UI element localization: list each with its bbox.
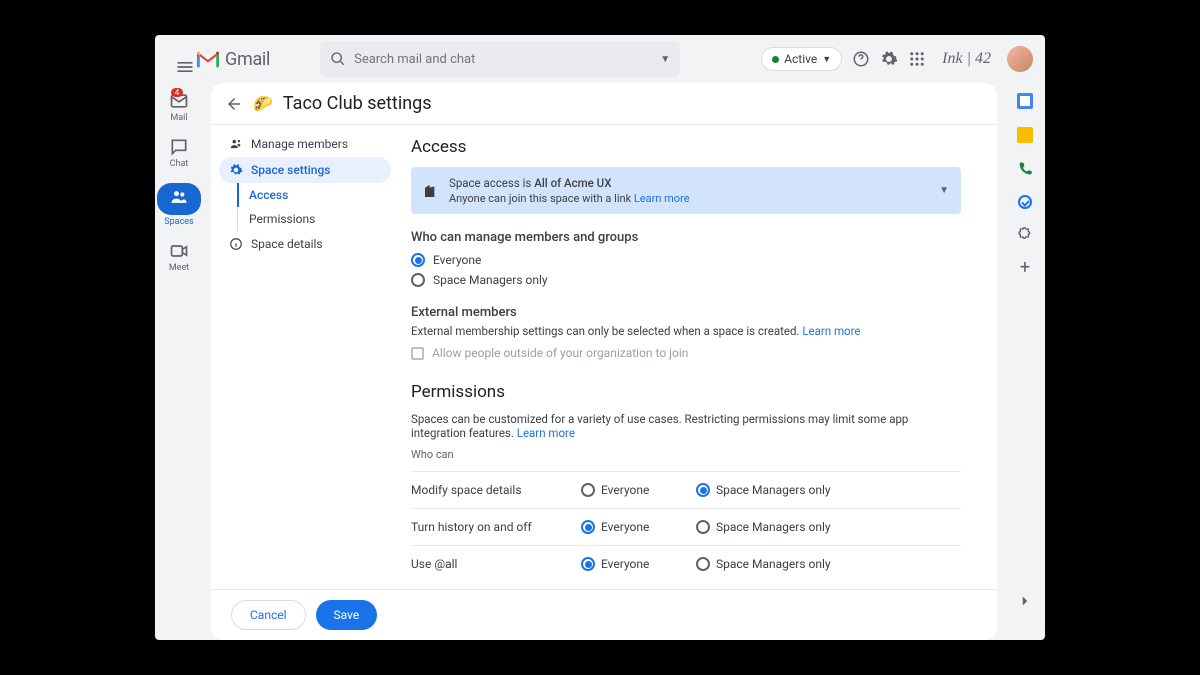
help-icon[interactable]: [852, 50, 870, 68]
perm-opt-everyone[interactable]: Everyone: [581, 520, 696, 534]
search-options-icon[interactable]: ▼: [660, 54, 670, 65]
spaces-icon: [169, 187, 189, 207]
radio-managers-only[interactable]: Space Managers only: [411, 273, 961, 287]
perm-row-modify-details: Modify space details Everyone Space Mana…: [411, 471, 961, 508]
perm-row-use-all: Use @all Everyone Space Managers only: [411, 545, 961, 582]
sidebar-item-space-settings[interactable]: Space settings: [219, 157, 391, 183]
status-dot-icon: [772, 56, 779, 63]
learn-more-link[interactable]: Learn more: [517, 426, 575, 440]
radio-icon: [581, 483, 595, 497]
main-card: 🌮 Taco Club settings Manage members Spac…: [211, 83, 997, 640]
perm-opt-everyone[interactable]: Everyone: [581, 483, 696, 497]
status-label: Active: [784, 52, 817, 66]
sidebar-sub-permissions[interactable]: Permissions: [237, 207, 391, 231]
access-banner[interactable]: Space access is All of Acme UX Anyone ca…: [411, 167, 961, 214]
gear-icon: [229, 163, 243, 177]
sidebar-item-label: Space details: [251, 237, 323, 251]
status-chip[interactable]: Active ▼: [761, 47, 842, 71]
external-heading: External members: [411, 305, 961, 320]
avatar[interactable]: [1007, 46, 1033, 72]
mail-badge: 4: [171, 88, 183, 97]
gear-icon[interactable]: [880, 50, 898, 68]
rail-item-meet[interactable]: Meet: [169, 241, 189, 273]
right-addon-rail: +: [1005, 83, 1045, 640]
building-icon: [423, 183, 439, 199]
learn-more-link[interactable]: Learn more: [802, 324, 860, 338]
sidebar-item-manage-members[interactable]: Manage members: [219, 131, 391, 157]
topbar: Gmail ▼ Active ▼ Ink | 42: [155, 35, 1045, 83]
learn-more-link[interactable]: Learn more: [634, 192, 690, 205]
radio-icon: [696, 520, 710, 534]
sidebar-item-label: Manage members: [251, 137, 348, 151]
phone-addon-icon[interactable]: [1017, 161, 1033, 177]
checkbox-icon: [411, 347, 424, 360]
tasks-addon-icon[interactable]: [1018, 195, 1032, 209]
info-icon: [229, 237, 243, 251]
sidebar-item-label: Space settings: [251, 163, 330, 177]
content-area: Access Space access is All of Acme UX An…: [391, 125, 997, 589]
rail-item-spaces[interactable]: Spaces: [157, 183, 201, 227]
who-can-label: Who can: [411, 448, 961, 461]
rail-item-mail[interactable]: 4 Mail: [169, 91, 189, 123]
search-input[interactable]: [354, 52, 660, 67]
access-heading: Access: [411, 137, 961, 157]
sidebar-sub-access[interactable]: Access: [237, 183, 391, 207]
perm-opt-managers[interactable]: Space Managers only: [696, 520, 831, 534]
permissions-heading: Permissions: [411, 382, 961, 402]
space-emoji-icon: 🌮: [253, 94, 273, 113]
search-icon: [330, 51, 346, 67]
gmail-text: Gmail: [225, 49, 270, 70]
who-manage-heading: Who can manage members and groups: [411, 230, 961, 245]
radio-icon: [411, 253, 425, 267]
chevron-down-icon[interactable]: ▼: [939, 185, 949, 196]
members-icon: [229, 137, 243, 151]
calendar-addon-icon[interactable]: [1017, 93, 1033, 109]
radio-icon: [581, 520, 595, 534]
external-checkbox-row: Allow people outside of your organizatio…: [411, 346, 961, 360]
extension-addon-icon[interactable]: [1017, 227, 1033, 243]
radio-icon: [581, 557, 595, 571]
rail-item-chat[interactable]: Chat: [169, 137, 189, 169]
radio-icon: [696, 557, 710, 571]
footer-actions: Cancel Save: [211, 589, 997, 640]
radio-everyone[interactable]: Everyone: [411, 253, 961, 267]
perm-opt-managers[interactable]: Space Managers only: [696, 557, 831, 571]
keep-addon-icon[interactable]: [1017, 127, 1033, 143]
radio-icon: [696, 483, 710, 497]
sidebar-item-space-details[interactable]: Space details: [219, 231, 391, 257]
page-title: Taco Club settings: [283, 93, 432, 114]
workspace-brand: Ink | 42: [936, 50, 997, 68]
gmail-logo[interactable]: Gmail: [197, 49, 270, 70]
perm-row-history: Turn history on and off Everyone Space M…: [411, 508, 961, 545]
chat-icon: [169, 137, 189, 157]
cancel-button[interactable]: Cancel: [231, 600, 306, 630]
settings-sidebar: Manage members Space settings Access Per…: [211, 125, 391, 589]
left-nav-rail: 4 Mail Chat Spaces Meet: [155, 83, 203, 640]
meet-icon: [169, 241, 189, 261]
chevron-right-icon[interactable]: [1016, 592, 1034, 610]
apps-grid-icon[interactable]: [908, 50, 926, 68]
perm-opt-everyone[interactable]: Everyone: [581, 557, 696, 571]
search-box[interactable]: ▼: [320, 41, 680, 77]
permissions-table: Modify space details Everyone Space Mana…: [411, 471, 961, 582]
back-arrow-icon[interactable]: [225, 95, 243, 113]
perm-opt-managers[interactable]: Space Managers only: [696, 483, 831, 497]
save-button[interactable]: Save: [316, 600, 378, 630]
hamburger-menu-icon[interactable]: [167, 49, 187, 69]
radio-icon: [411, 273, 425, 287]
add-addon-icon[interactable]: +: [1017, 261, 1033, 277]
chevron-down-icon: ▼: [822, 54, 831, 65]
